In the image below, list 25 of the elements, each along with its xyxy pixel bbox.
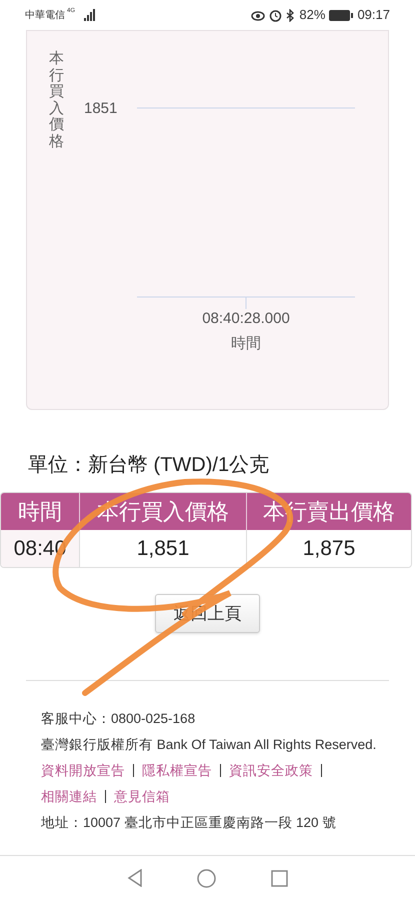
- table-cell: 1,875: [246, 530, 411, 567]
- address-text: 地址：10007 臺北市中正區重慶南路一段 120 號: [41, 814, 338, 832]
- footer-link[interactable]: 相關連結: [41, 787, 97, 806]
- footer-link[interactable]: 資料開放宣告: [41, 761, 125, 780]
- home-icon[interactable]: [197, 868, 216, 888]
- y-axis-title: 本行買入價格: [49, 51, 64, 150]
- x-tick-label: 08:40:28.000: [202, 310, 290, 327]
- eye-icon: [251, 9, 266, 21]
- copyright-text: 臺灣銀行版權所有 Bank Of Taiwan All Rights Reserved.: [41, 736, 378, 754]
- footer-link[interactable]: 資訊安全政策: [229, 761, 313, 780]
- carrier-name: 中華電信: [25, 8, 65, 22]
- clock-time: 09:17: [357, 6, 390, 24]
- battery-icon: [329, 10, 354, 20]
- alarm-icon: [269, 8, 282, 22]
- service-hotline: 客服中心：0800-025-168: [41, 710, 196, 728]
- footer-link[interactable]: 隱私權宣告: [142, 761, 212, 780]
- recent-apps-icon[interactable]: [270, 870, 288, 886]
- battery-percent: 82%: [299, 6, 326, 24]
- x-axis-title: 時間: [231, 335, 261, 352]
- column-header: 時間: [17, 498, 63, 526]
- footer-link[interactable]: 意見信箱: [114, 787, 170, 806]
- unit-label: 單位：新台幣 (TWD)/1公克: [28, 453, 270, 478]
- bluetooth-icon: [286, 8, 296, 22]
- y-tick-label: 1851: [84, 100, 118, 117]
- back-icon[interactable]: [127, 869, 144, 887]
